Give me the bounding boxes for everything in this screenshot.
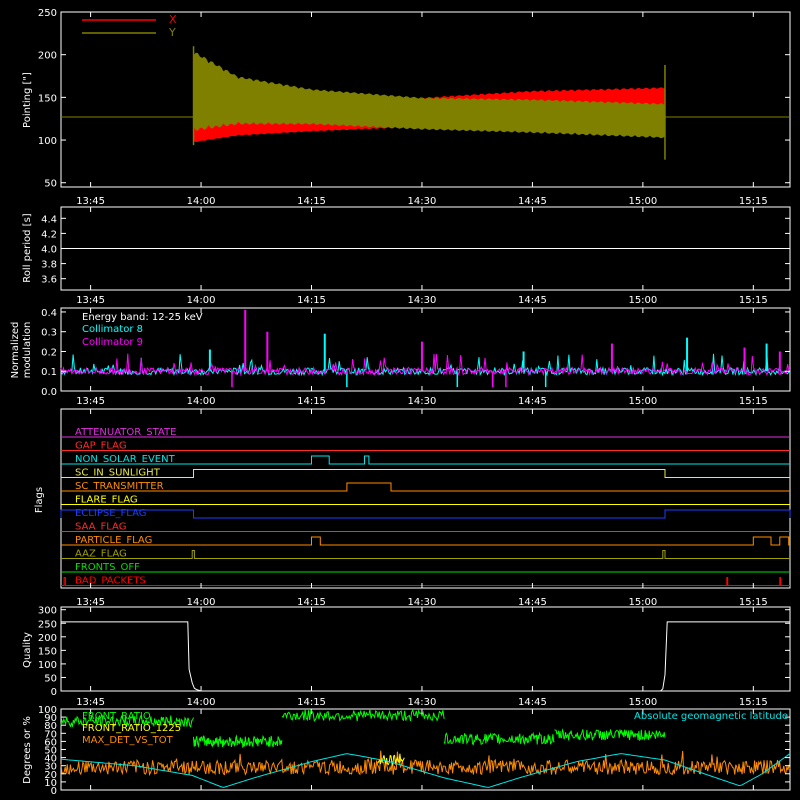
flag-label: AAZ_FLAG xyxy=(75,549,127,560)
legend-max-det-vs-tot: MAX_DET_VS_TOT xyxy=(82,735,174,746)
y-tick-label: 0.2 xyxy=(41,347,57,358)
x-tick-label: 14:15 xyxy=(297,396,326,407)
y-tick-label: 50 xyxy=(44,673,57,684)
y-tick-label: 3.8 xyxy=(41,260,57,271)
y-tick-label: 50 xyxy=(44,179,57,190)
modulation-y-label: Normalizedmodulation xyxy=(10,322,33,379)
x-tick-label: 14:30 xyxy=(408,597,437,608)
y-tick-label: 150 xyxy=(38,93,57,104)
x-tick-label: 14:45 xyxy=(518,295,547,306)
flag-label: FLARE_FLAG xyxy=(75,495,138,506)
flag-label: SC_TRANSMITTER xyxy=(75,481,164,492)
x-tick-label: 15:15 xyxy=(739,697,768,708)
y-tick-label: 150 xyxy=(38,646,57,657)
x-tick-label: 14:45 xyxy=(518,196,547,207)
legend-front-ratio-1225: FRONT_RATIO_1225 xyxy=(82,723,181,734)
legend-y-label: Y xyxy=(168,26,176,39)
x-tick-label: 14:30 xyxy=(408,396,437,407)
legend-collimator-8: Collimator 8 xyxy=(82,324,143,335)
y-tick-label: 250 xyxy=(38,8,57,19)
y-tick-label: 250 xyxy=(38,619,57,630)
x-tick-label: 15:15 xyxy=(739,597,768,608)
flag-label: NON_SOLAR_EVENT xyxy=(75,454,176,465)
y-tick-label: 300 xyxy=(38,606,57,617)
y-tick-label: 0.4 xyxy=(41,308,57,319)
x-tick-label: 15:00 xyxy=(628,697,657,708)
y-tick-label: 0.0 xyxy=(41,387,57,398)
x-tick-label: 14:30 xyxy=(408,295,437,306)
x-tick-label: 14:00 xyxy=(187,697,216,708)
x-tick-label: 15:00 xyxy=(628,597,657,608)
flag-label: ATTENUATOR_STATE xyxy=(75,427,176,438)
x-tick-label: 13:45 xyxy=(76,295,105,306)
y-tick-label: 4.0 xyxy=(41,245,57,256)
y-tick-label: 0.1 xyxy=(41,367,57,378)
x-tick-label: 15:15 xyxy=(739,396,768,407)
x-tick-label: 15:15 xyxy=(739,196,768,207)
y-tick-label: 0.3 xyxy=(41,328,57,339)
x-tick-label: 15:00 xyxy=(628,295,657,306)
x-tick-label: 13:45 xyxy=(76,597,105,608)
x-tick-label: 14:15 xyxy=(297,295,326,306)
x-tick-label: 14:15 xyxy=(297,196,326,207)
flag-label: ECLIPSE_FLAG xyxy=(75,508,146,519)
flag-label: GAP_FLAG xyxy=(75,441,127,452)
x-tick-label: 14:00 xyxy=(187,295,216,306)
x-tick-label: 15:00 xyxy=(628,196,657,207)
legend-x-label: X xyxy=(169,13,177,26)
flag-label: SC_IN_SUNLIGHT xyxy=(75,468,161,479)
legend-collimator-9: Collimator 9 xyxy=(82,337,143,348)
y-tick-label: 200 xyxy=(38,633,57,644)
x-tick-label: 14:00 xyxy=(187,597,216,608)
y-tick-label: 0 xyxy=(51,687,57,698)
x-tick-label: 13:45 xyxy=(76,697,105,708)
x-tick-label: 14:15 xyxy=(297,597,326,608)
energy-band-annotation: Energy band: 12-25 keV xyxy=(82,312,203,323)
y-tick-label: 3.6 xyxy=(41,275,57,286)
quality-y-label: Quality xyxy=(22,632,33,668)
flag-label: SAA_FLAG xyxy=(75,522,126,533)
x-tick-label: 14:45 xyxy=(518,396,547,407)
x-tick-label: 15:15 xyxy=(739,295,768,306)
flag-label: FRONTS_OFF xyxy=(75,562,140,573)
y-tick-label: 4.4 xyxy=(41,214,57,225)
hessi-observing-summary-chart: 50 100 150 200 250 13:45 14:00 14:15 14:30 14:45… xyxy=(0,0,800,800)
flag-label: BAD_PACKETS xyxy=(75,576,146,587)
pointing-y-label: Pointing ["] xyxy=(22,72,33,128)
legend-geomagnetic-latitude: Absolute geomagnetic latitude xyxy=(634,711,788,722)
x-tick-label: 14:15 xyxy=(297,697,326,708)
x-tick-label: 14:30 xyxy=(408,697,437,708)
legend-front-ratio: FRONT_RATIO xyxy=(82,711,151,722)
x-tick-label: 14:45 xyxy=(518,697,547,708)
y-tick-label: 100 xyxy=(38,705,57,716)
x-tick-label: 13:45 xyxy=(76,396,105,407)
y-tick-label: 4.2 xyxy=(41,229,57,240)
y-tick-label: 200 xyxy=(38,51,57,62)
y-tick-label: 100 xyxy=(38,660,57,671)
flags-y-label: Flags xyxy=(34,487,45,513)
x-tick-label: 14:45 xyxy=(518,597,547,608)
flag-label: PARTICLE_FLAG xyxy=(75,535,152,546)
x-tick-label: 15:00 xyxy=(628,396,657,407)
ratios-y-label: Degrees or % xyxy=(22,716,33,784)
x-tick-label: 14:00 xyxy=(187,196,216,207)
x-tick-label: 14:30 xyxy=(408,196,437,207)
x-tick-label: 14:00 xyxy=(187,396,216,407)
y-tick-label: 100 xyxy=(38,136,57,147)
roll-y-label: Roll period [s] xyxy=(22,213,33,282)
x-tick-label: 13:45 xyxy=(76,196,105,207)
